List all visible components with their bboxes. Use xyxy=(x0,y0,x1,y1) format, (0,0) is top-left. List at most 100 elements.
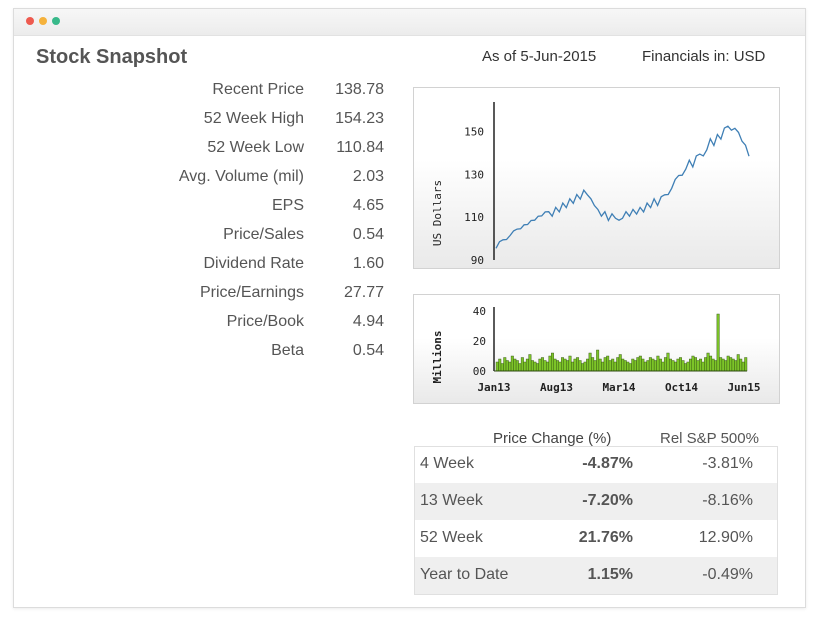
volume-bar xyxy=(515,360,519,372)
stat-label: Dividend Rate xyxy=(203,255,305,272)
volume-bar xyxy=(666,352,670,372)
stat-value: 154.23 xyxy=(335,110,384,127)
volume-bar xyxy=(581,363,585,372)
volume-bar xyxy=(505,360,509,372)
volume-bar xyxy=(598,358,602,372)
price-y-tick-label: 150 xyxy=(464,125,484,138)
volume-x-tick-label: Mar14 xyxy=(602,381,635,394)
price-y-tick-label: 130 xyxy=(464,168,484,181)
table-row: 13 Week -7.20% -8.16% xyxy=(414,483,778,520)
volume-bar xyxy=(628,363,632,372)
stat-label: Avg. Volume (mil) xyxy=(178,168,304,185)
volume-y-tick-label: 40 xyxy=(473,305,486,318)
volume-bar xyxy=(729,357,733,372)
rel-sp500-value: -0.49% xyxy=(702,566,753,583)
volume-bar xyxy=(668,358,672,372)
stat-value: 0.54 xyxy=(352,226,384,243)
volume-bar xyxy=(530,360,534,372)
minimize-icon[interactable] xyxy=(39,17,47,25)
volume-bar xyxy=(744,357,748,372)
volume-bar xyxy=(739,358,743,372)
volume-chart: Millions 40 20 00 Jan13 Aug13 Mar14 Oct14 Jun1… xyxy=(413,294,780,404)
price-change-value: 21.76% xyxy=(578,529,633,546)
volume-bar xyxy=(608,360,612,372)
volume-bar xyxy=(510,355,514,372)
volume-bar xyxy=(704,357,708,372)
price-y-tick-label: 90 xyxy=(471,254,484,267)
volume-bar xyxy=(623,360,627,372)
volume-bar xyxy=(593,360,597,372)
volume-bar xyxy=(633,360,637,372)
volume-bar xyxy=(663,357,667,372)
volume-bar xyxy=(583,361,587,372)
volume-bar xyxy=(551,352,554,372)
stat-label: Recent Price xyxy=(212,81,304,98)
stat-label: 52 Week Low xyxy=(207,139,304,156)
volume-bar xyxy=(706,352,710,372)
volume-bar xyxy=(651,358,655,372)
volume-bar xyxy=(528,354,532,372)
as-of-date: As of 5-Jun-2015 xyxy=(482,48,597,65)
volume-bar xyxy=(701,361,705,372)
volume-bar xyxy=(571,361,575,372)
price-change-header: Price Change (%) xyxy=(493,430,612,447)
volume-bar xyxy=(518,363,522,372)
volume-y-tick-label: 20 xyxy=(473,335,486,348)
volume-bar xyxy=(689,358,692,372)
volume-bar xyxy=(646,360,650,372)
volume-bar xyxy=(691,355,695,372)
stock-snapshot-window: Stock Snapshot As of 5-Jun-2015 Financia… xyxy=(13,8,806,608)
volume-bar xyxy=(613,361,617,372)
volume-bar xyxy=(741,361,745,372)
volume-bar xyxy=(558,361,562,372)
volume-bar xyxy=(498,358,502,372)
volume-bar xyxy=(716,313,720,372)
stat-value: 138.78 xyxy=(335,81,384,98)
volume-bar xyxy=(508,361,512,372)
volume-bar xyxy=(676,358,680,372)
stat-value: 0.54 xyxy=(352,342,384,359)
volume-bar xyxy=(566,360,569,372)
volume-bar xyxy=(540,357,544,372)
volume-bar xyxy=(736,354,740,372)
volume-bar xyxy=(636,357,640,372)
table-row: 52 Week 21.76% 12.90% xyxy=(414,520,778,557)
rel-sp500-value: -8.16% xyxy=(702,492,753,509)
price-change-value: -7.20% xyxy=(582,492,633,509)
volume-bar xyxy=(696,360,700,372)
volume-bar xyxy=(603,357,607,372)
stat-label: Price/Earnings xyxy=(199,284,304,301)
rel-sp500-header: Rel S&P 500% xyxy=(660,430,759,447)
volume-chart-svg: Millions 40 20 00 Jan13 Aug13 Mar14 Oct14 Jun1… xyxy=(431,305,761,394)
close-icon[interactable] xyxy=(26,17,34,25)
price-change-value: -4.87% xyxy=(582,455,633,472)
volume-bar xyxy=(543,360,547,372)
volume-bar xyxy=(520,357,524,372)
volume-bar xyxy=(576,357,580,372)
stat-value: 4.94 xyxy=(352,313,384,330)
table-row: 4 Week -4.87% -3.81% xyxy=(414,446,778,483)
volume-bar xyxy=(686,361,690,372)
volume-bar xyxy=(661,361,665,372)
volume-bar xyxy=(500,363,504,372)
stat-label: Price/Book xyxy=(226,313,304,330)
volume-bar xyxy=(533,361,537,372)
volume-bar xyxy=(578,360,582,372)
volume-bar xyxy=(653,360,657,372)
volume-bar xyxy=(671,360,675,372)
page-title: Stock Snapshot xyxy=(36,46,188,68)
rel-sp500-value: 12.90% xyxy=(698,529,753,546)
price-chart-svg: US Dollars 150 130 110 90 xyxy=(431,102,750,267)
volume-x-tick-label: Jun15 xyxy=(727,381,760,394)
stat-value: 110.84 xyxy=(336,139,384,156)
stat-value: 2.03 xyxy=(352,168,384,185)
volume-bar xyxy=(563,358,567,372)
price-y-tick-label: 110 xyxy=(464,211,484,224)
zoom-icon[interactable] xyxy=(52,17,60,25)
volume-bar xyxy=(674,361,677,372)
volume-y-axis-label: Millions xyxy=(431,331,444,384)
volume-bar xyxy=(724,360,728,372)
volume-bar xyxy=(656,355,660,372)
volume-bar xyxy=(586,358,590,372)
stat-value: 1.60 xyxy=(352,255,384,272)
